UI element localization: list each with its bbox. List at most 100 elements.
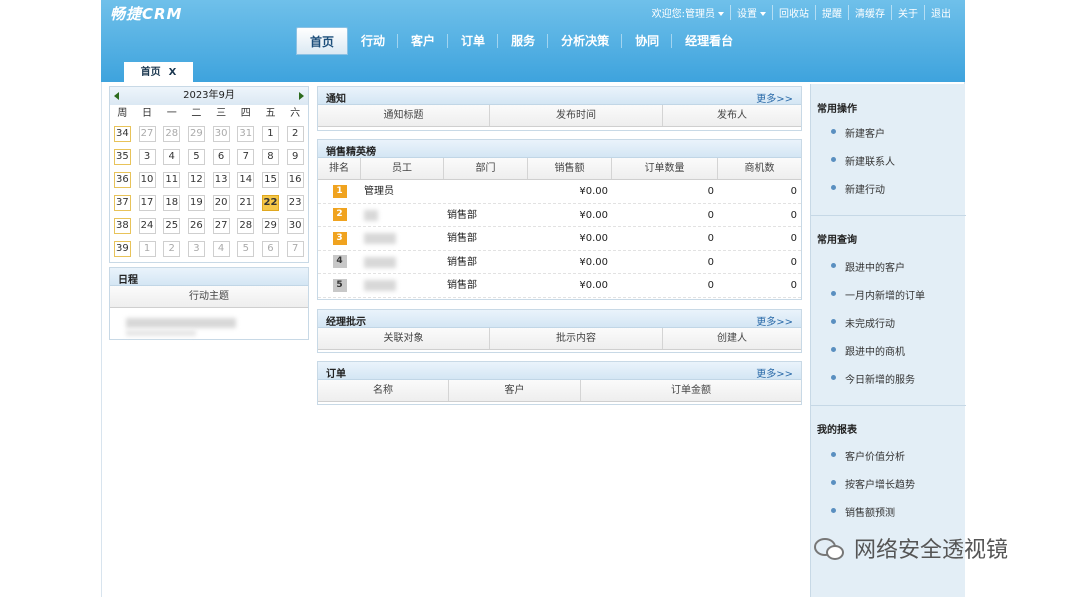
calendar-day[interactable]: 5 xyxy=(187,148,205,165)
calendar-day[interactable]: 30 xyxy=(286,217,304,234)
calendar-day[interactable]: 22 xyxy=(261,194,279,211)
app-header: 畅捷CRM 欢迎您:管理员 设置 回收站 提醒 清缓存 关于 退出 首页 行动 … xyxy=(101,0,965,82)
calendar-day[interactable]: 27 xyxy=(138,125,156,142)
nav-analysis[interactable]: 分析决策 xyxy=(548,27,623,55)
report-item[interactable]: 销售额预测 xyxy=(831,504,895,519)
calendar-day[interactable]: 29 xyxy=(261,217,279,234)
calendar-day[interactable]: 11 xyxy=(163,171,181,188)
cell-orders: 0 xyxy=(707,280,714,291)
calendar-day[interactable]: 16 xyxy=(286,171,304,188)
calendar-day[interactable]: 17 xyxy=(138,194,156,211)
about-link[interactable]: 关于 xyxy=(891,5,924,20)
calendar-day[interactable]: 13 xyxy=(212,171,230,188)
report-item[interactable]: 按客户增长趋势 xyxy=(831,476,915,491)
notice-header: 通知 更多>> xyxy=(318,87,801,105)
schedule-header: 日程 xyxy=(110,268,308,286)
calendar-day[interactable]: 23 xyxy=(286,194,304,211)
calendar-day[interactable]: 1 xyxy=(261,125,279,142)
nav-customers[interactable]: 客户 xyxy=(398,27,449,55)
query-item[interactable]: 未完成行动 xyxy=(831,315,895,330)
calendar-day[interactable]: 12 xyxy=(187,171,205,188)
calendar-day[interactable]: 8 xyxy=(261,148,279,165)
clear-cache-link[interactable]: 清缓存 xyxy=(848,5,891,20)
calendar-day[interactable]: 27 xyxy=(212,217,230,234)
cell-opps: 0 xyxy=(790,209,797,221)
cell-sales: ¥0.00 xyxy=(579,280,608,291)
calendar-day[interactable]: 4 xyxy=(212,240,230,257)
blurred-text xyxy=(364,209,378,221)
calendar-day[interactable]: 20 xyxy=(212,194,230,211)
calendar-weekdays: 周 日 一 二 三 四 五 六 xyxy=(117,108,301,119)
quick-op-item[interactable]: 新建行动 xyxy=(831,181,885,196)
cell-employee: 管理员 xyxy=(364,186,394,197)
query-item[interactable]: 今日新增的服务 xyxy=(831,371,915,386)
cell-dept: 销售部 xyxy=(447,256,477,268)
calendar-day[interactable]: 6 xyxy=(261,240,279,257)
quick-op-item[interactable]: 新建客户 xyxy=(831,125,885,140)
calendar-day[interactable]: 1 xyxy=(138,240,156,257)
calendar-day[interactable]: 3 xyxy=(187,240,205,257)
calendar-day[interactable]: 21 xyxy=(237,194,255,211)
calendar-day[interactable]: 3 xyxy=(138,148,156,165)
schedule-columns: 行动主题 xyxy=(110,286,308,308)
query-item[interactable]: 跟进中的商机 xyxy=(831,343,905,358)
calendar-day[interactable]: 4 xyxy=(163,148,181,165)
calendar-day[interactable]: 2 xyxy=(163,240,181,257)
welcome-user[interactable]: 欢迎您:管理员 xyxy=(646,5,730,20)
calendar-day[interactable]: 5 xyxy=(237,240,255,257)
orders-columns: 名称 客户 订单金额 xyxy=(318,380,801,402)
nav-manager[interactable]: 经理看台 xyxy=(672,27,746,55)
main-nav: 首页 行动 客户 订单 服务 分析决策 协同 经理看台 xyxy=(296,27,746,55)
logout-link[interactable]: 退出 xyxy=(924,5,957,20)
query-item[interactable]: 一月内新增的订单 xyxy=(831,287,925,302)
calendar-week-row: 36 10 11 12 13 14 15 16 xyxy=(110,168,308,191)
calendar-header: 2023年9月 xyxy=(110,87,308,105)
cell-sales: ¥0.00 xyxy=(579,233,608,244)
nav-home[interactable]: 首页 xyxy=(296,27,349,55)
calendar-day[interactable]: 6 xyxy=(212,148,230,165)
next-month-icon[interactable] xyxy=(299,92,304,100)
sales-rank-header: 销售精英榜 xyxy=(318,140,801,158)
recycle-link[interactable]: 回收站 xyxy=(772,5,815,20)
calendar-day[interactable]: 28 xyxy=(237,217,255,234)
orders-more-link[interactable]: 更多>> xyxy=(756,365,793,380)
calendar-day[interactable]: 14 xyxy=(237,171,255,188)
cell-employee xyxy=(361,274,444,297)
calendar-day[interactable]: 2 xyxy=(286,125,304,142)
calendar-day[interactable]: 7 xyxy=(286,240,304,257)
nav-collab[interactable]: 协同 xyxy=(622,27,673,55)
calendar-day[interactable]: 31 xyxy=(237,125,255,142)
nav-service[interactable]: 服务 xyxy=(498,27,549,55)
rank-badge: 1 xyxy=(332,184,347,198)
calendar-day[interactable]: 15 xyxy=(261,171,279,188)
table-row: 2 销售部 ¥0.00 0 0 xyxy=(318,204,801,227)
calendar-day[interactable]: 19 xyxy=(187,194,205,211)
cell-dept: 销售部 xyxy=(447,280,477,291)
week-number: 34 xyxy=(113,125,131,142)
nav-actions[interactable]: 行动 xyxy=(348,27,399,55)
quick-op-item[interactable]: 新建联系人 xyxy=(831,153,895,168)
report-item[interactable]: 客户价值分析 xyxy=(831,448,905,463)
query-item[interactable]: 跟进中的客户 xyxy=(831,259,905,274)
close-icon[interactable]: X xyxy=(169,67,177,78)
remind-link[interactable]: 提醒 xyxy=(815,5,848,20)
prev-month-icon[interactable] xyxy=(114,92,119,100)
cell-dept: 销售部 xyxy=(447,209,477,221)
calendar-day[interactable]: 25 xyxy=(163,217,181,234)
calendar-day[interactable]: 28 xyxy=(163,125,181,142)
calendar-day[interactable]: 10 xyxy=(138,171,156,188)
chevron-down-icon xyxy=(760,12,766,16)
notice-more-link[interactable]: 更多>> xyxy=(756,90,793,105)
calendar-day[interactable]: 29 xyxy=(187,125,205,142)
calendar-day[interactable]: 9 xyxy=(286,148,304,165)
calendar-day[interactable]: 7 xyxy=(237,148,255,165)
tab-home[interactable]: 首页 X xyxy=(124,62,193,82)
calendar-day[interactable]: 26 xyxy=(187,217,205,234)
settings-link[interactable]: 设置 xyxy=(730,5,772,20)
calendar-day[interactable]: 24 xyxy=(138,217,156,234)
nav-orders[interactable]: 订单 xyxy=(448,27,499,55)
calendar-day[interactable]: 18 xyxy=(163,194,181,211)
sales-rank-panel: 销售精英榜 排名 员工 部门 销售额 订单数量 商机数 1 管理员 ¥0.00 0 0 2… xyxy=(317,139,802,300)
calendar-day[interactable]: 30 xyxy=(212,125,230,142)
approval-more-link[interactable]: 更多>> xyxy=(756,313,793,328)
